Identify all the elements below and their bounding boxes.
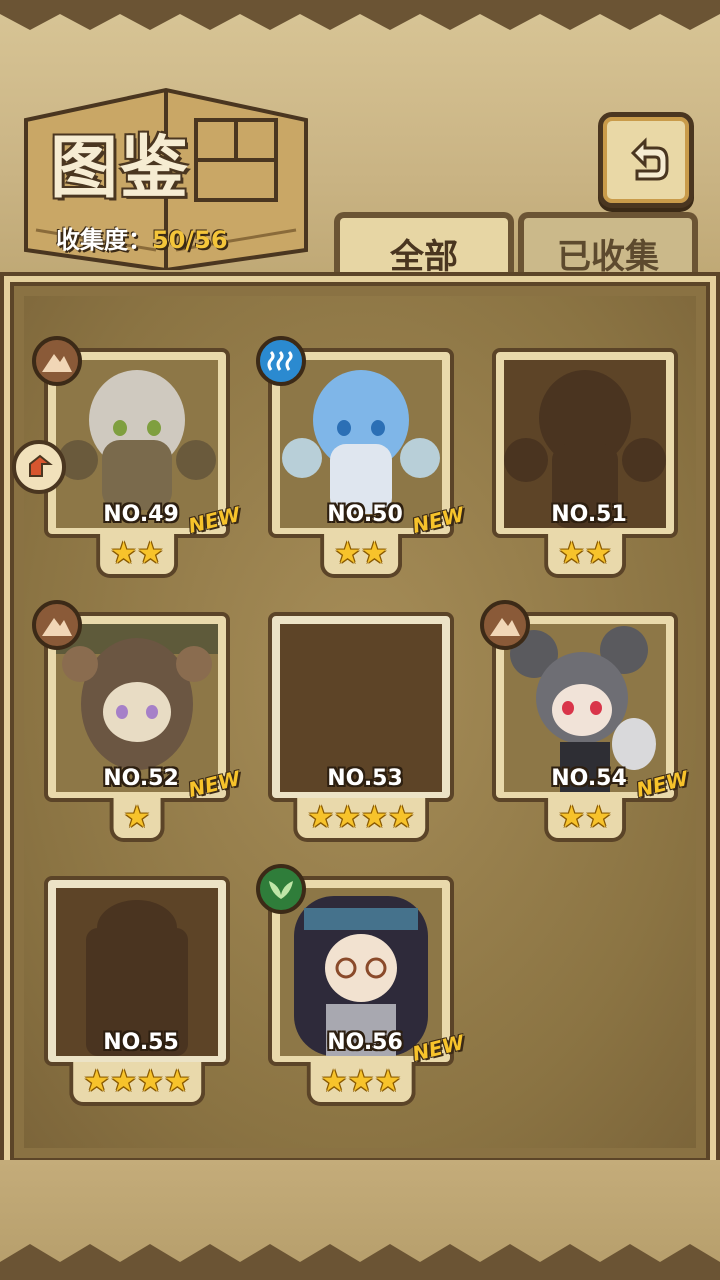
stars: ★★ xyxy=(558,536,612,571)
star-rating: ★ xyxy=(109,798,165,842)
stars: ★ xyxy=(123,800,151,835)
card-frame: NO.53 xyxy=(268,612,454,802)
card-number: NO.51 xyxy=(551,502,627,527)
earth-icon xyxy=(480,600,530,650)
water-icon xyxy=(256,336,306,386)
earth-icon xyxy=(32,336,82,386)
stars: ★★ xyxy=(110,536,164,571)
card-no56[interactable]: NO.56 ★★★ NEW xyxy=(256,864,466,1106)
star-rating: ★★★★ xyxy=(293,798,429,842)
collection-progress: 收集度：50/56 xyxy=(56,220,228,255)
back-button[interactable] xyxy=(598,112,694,208)
navigate-arrow-icon[interactable] xyxy=(12,440,66,494)
star-rating: ★★★★ xyxy=(69,1062,205,1106)
stars: ★★ xyxy=(558,800,612,835)
card-number: NO.55 xyxy=(103,1030,179,1055)
stars: ★★★★ xyxy=(83,1064,191,1099)
card-no54[interactable]: NO.54 ★★ NEW xyxy=(480,600,690,842)
card-no55[interactable]: NO.55 ★★★★ xyxy=(44,876,230,1106)
stars: ★★★ xyxy=(320,1064,402,1099)
top-zigzag-border xyxy=(0,0,720,30)
card-no52[interactable]: NO.52 ★ NEW xyxy=(32,600,242,842)
card-no53[interactable]: NO.53 ★★★★ xyxy=(268,612,454,842)
star-rating: ★★ xyxy=(544,798,626,842)
card-no49[interactable]: NO.49 ★★ NEW xyxy=(32,336,242,578)
return-arrow-icon xyxy=(630,137,669,181)
collection-value: 50/56 xyxy=(152,226,228,254)
page-title: 图鉴 xyxy=(50,129,191,208)
card-number: NO.53 xyxy=(327,766,403,791)
card-no50[interactable]: NO.50 ★★ NEW xyxy=(256,336,466,578)
grass-icon xyxy=(256,864,306,914)
star-rating: ★★ xyxy=(544,534,626,578)
star-rating: ★★ xyxy=(320,534,402,578)
earth-icon xyxy=(32,600,82,650)
stars: ★★ xyxy=(334,536,388,571)
star-rating: ★★★ xyxy=(306,1062,416,1106)
stars: ★★★★ xyxy=(307,800,415,835)
card-no51[interactable]: NO.51 ★★ xyxy=(492,348,678,578)
star-rating: ★★ xyxy=(96,534,178,578)
bottom-zigzag-border xyxy=(0,1244,720,1280)
collection-label: 收集度： xyxy=(56,226,152,254)
card-frame: NO.51 xyxy=(492,348,678,538)
card-frame: NO.55 xyxy=(44,876,230,1066)
